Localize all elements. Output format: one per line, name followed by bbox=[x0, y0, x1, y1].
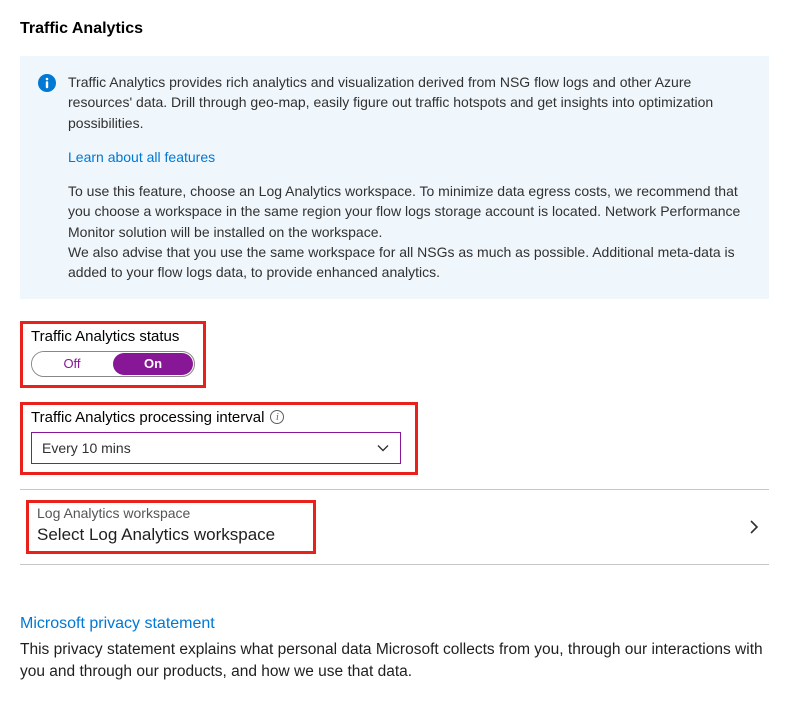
workspace-label: Log Analytics workspace bbox=[37, 505, 305, 521]
privacy-statement-link[interactable]: Microsoft privacy statement bbox=[20, 615, 769, 633]
privacy-section: Microsoft privacy statement This privacy… bbox=[20, 615, 769, 684]
privacy-text: This privacy statement explains what per… bbox=[20, 639, 769, 684]
info-paragraph-3: We also advise that you use the same wor… bbox=[68, 242, 751, 283]
chevron-right-icon bbox=[745, 518, 763, 536]
info-banner: Traffic Analytics provides rich analytic… bbox=[20, 56, 769, 299]
chevron-down-icon bbox=[376, 441, 390, 455]
workspace-value: Select Log Analytics workspace bbox=[37, 525, 305, 545]
learn-features-link[interactable]: Learn about all features bbox=[68, 147, 215, 167]
workspace-row[interactable]: Log Analytics workspace Select Log Analy… bbox=[20, 489, 769, 565]
status-group: Traffic Analytics status Off On bbox=[20, 321, 206, 388]
info-icon[interactable]: i bbox=[270, 410, 284, 424]
info-paragraph-2: To use this feature, choose an Log Analy… bbox=[68, 181, 751, 242]
page-title: Traffic Analytics bbox=[20, 20, 769, 38]
info-icon bbox=[38, 74, 56, 92]
status-toggle-off[interactable]: Off bbox=[32, 352, 112, 376]
workspace-group: Log Analytics workspace Select Log Analy… bbox=[26, 500, 316, 554]
info-paragraph-1: Traffic Analytics provides rich analytic… bbox=[68, 72, 751, 133]
interval-value: Every 10 mins bbox=[42, 440, 131, 456]
interval-group: Traffic Analytics processing interval i … bbox=[20, 402, 418, 475]
status-toggle[interactable]: Off On bbox=[31, 351, 195, 377]
status-label: Traffic Analytics status bbox=[31, 328, 195, 345]
interval-select[interactable]: Every 10 mins bbox=[31, 432, 401, 464]
interval-label: Traffic Analytics processing interval bbox=[31, 409, 264, 426]
status-toggle-on[interactable]: On bbox=[113, 353, 193, 375]
